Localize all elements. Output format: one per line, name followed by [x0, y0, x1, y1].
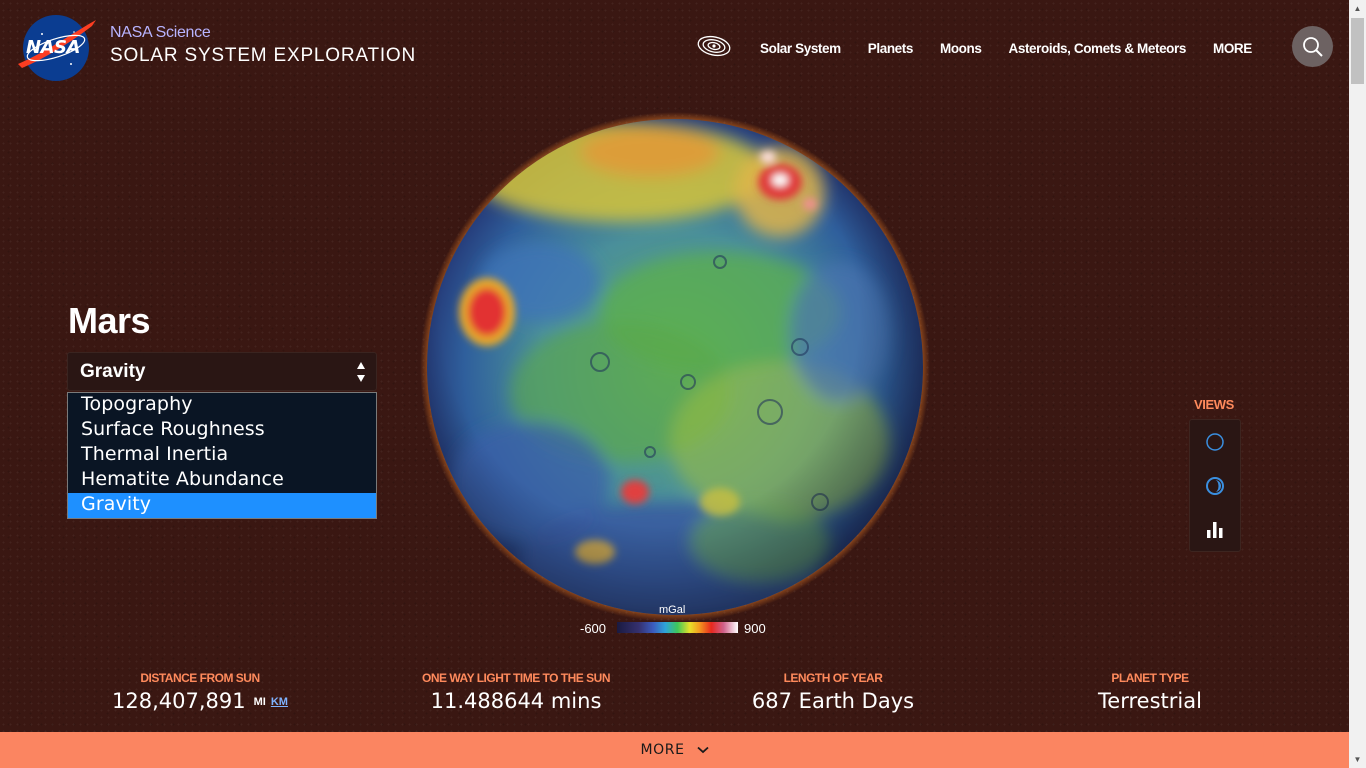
orbit-view-icon	[1206, 477, 1224, 495]
planet-title: Mars	[68, 300, 151, 341]
stat-value: 128,407,891 MI KM	[100, 689, 300, 713]
more-label: MORE	[640, 742, 685, 758]
views-label: VIEWS	[1194, 397, 1234, 412]
bar-chart-icon	[1207, 522, 1223, 538]
select-arrows-icon	[357, 362, 365, 382]
nav-moons[interactable]: Moons	[940, 41, 982, 56]
layer-select[interactable]: Gravity	[67, 352, 377, 391]
unit-km[interactable]: KM	[271, 696, 288, 708]
nav-asteroids-comets-meteors[interactable]: Asteroids, Comets & Meteors	[1008, 41, 1186, 56]
legend-unit: mGal	[659, 604, 686, 616]
stat-planet-type: PLANET TYPE Terrestrial	[1050, 671, 1250, 713]
layer-option-topography[interactable]: Topography	[68, 393, 376, 418]
layer-option-gravity[interactable]: Gravity	[68, 493, 376, 518]
layer-dropdown-list: Topography Surface Roughness Thermal Ine…	[67, 392, 377, 519]
unit-mi[interactable]: MI	[254, 696, 266, 708]
stat-label: PLANET TYPE	[1111, 671, 1189, 685]
chevron-down-icon	[696, 746, 709, 754]
chart-view-button[interactable]	[1190, 508, 1240, 552]
layer-option-thermal-inertia[interactable]: Thermal Inertia	[68, 443, 376, 468]
views-panel	[1189, 419, 1241, 552]
stat-value: 11.488644 mins	[430, 689, 602, 713]
stat-distance-from-sun: DISTANCE FROM SUN 128,407,891 MI KM	[100, 671, 300, 713]
orbit-view-button[interactable]	[1190, 464, 1240, 508]
layer-option-surface-roughness[interactable]: Surface Roughness	[68, 418, 376, 443]
globe-view-button[interactable]	[1190, 420, 1240, 464]
page-scrollbar[interactable]: ▲ ▼	[1349, 0, 1366, 768]
brand-small: NASA Science	[110, 24, 211, 41]
nasa-logo[interactable]: NASA	[16, 14, 98, 82]
legend-max: 900	[744, 621, 766, 636]
stat-label: ONE WAY LIGHT TIME TO THE SUN	[422, 671, 610, 685]
scroll-down-arrow-icon[interactable]: ▼	[1349, 751, 1366, 768]
nav-more[interactable]: MORE	[1213, 41, 1252, 56]
legend-color-bar	[617, 622, 738, 633]
nav-planets[interactable]: Planets	[868, 41, 914, 56]
scroll-thumb[interactable]	[1351, 18, 1364, 84]
brand[interactable]: NASA Science SOLAR SYSTEM EXPLORATION	[110, 24, 416, 67]
stat-label: DISTANCE FROM SUN	[140, 671, 260, 685]
stat-length-of-year: LENGTH OF YEAR 687 Earth Days	[733, 671, 933, 713]
search-icon	[1302, 36, 1323, 57]
brand-title: SOLAR SYSTEM EXPLORATION	[110, 45, 417, 66]
stat-label: LENGTH OF YEAR	[783, 671, 883, 685]
more-button[interactable]: MORE	[0, 732, 1349, 768]
nav-solar-system[interactable]: Solar System	[760, 41, 841, 56]
stat-light-time: ONE WAY LIGHT TIME TO THE SUN 11.488644 …	[406, 671, 626, 713]
globe-view-icon	[1206, 433, 1224, 451]
nasa-logo-text: NASA	[26, 37, 80, 58]
legend-min: -600	[580, 621, 607, 636]
layer-option-hematite-abundance[interactable]: Hematite Abundance	[68, 468, 376, 493]
stat-value: 687 Earth Days	[751, 689, 915, 713]
solar-system-icon[interactable]	[696, 34, 732, 58]
mars-globe[interactable]	[420, 112, 930, 622]
search-button[interactable]	[1292, 26, 1333, 67]
stat-value: Terrestrial	[1098, 689, 1202, 713]
layer-select-value: Gravity	[80, 361, 146, 382]
distance-value: 128,407,891	[112, 689, 246, 713]
scroll-up-arrow-icon[interactable]: ▲	[1349, 0, 1366, 17]
main-nav: Solar System Planets Moons Asteroids, Co…	[696, 34, 1279, 60]
